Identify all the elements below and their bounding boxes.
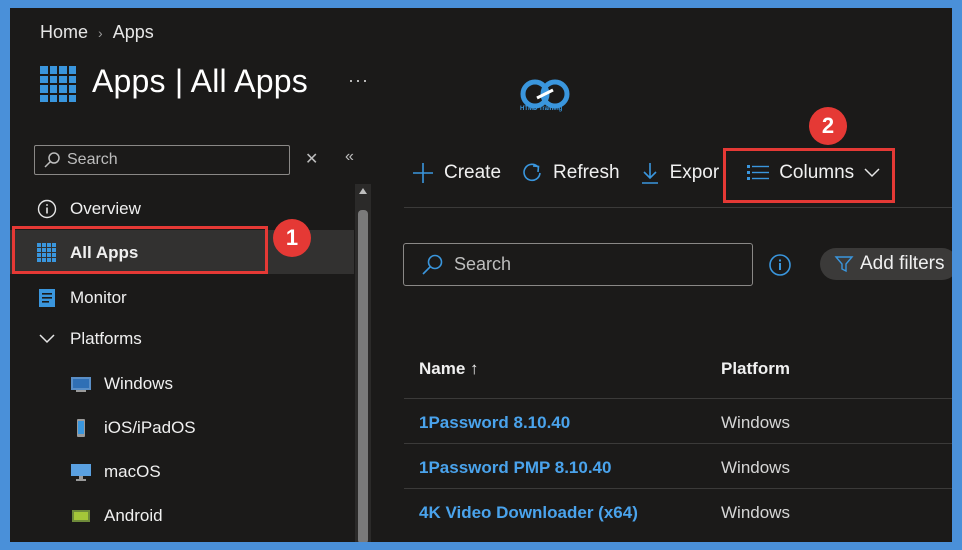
sidebar-item-macos[interactable]: macOS	[70, 462, 161, 482]
sidebar-item-label: Platforms	[70, 329, 142, 348]
breadcrumb-apps[interactable]: Apps	[113, 22, 154, 43]
page-title: Apps | All Apps	[92, 62, 308, 99]
highlight-box-all-apps	[12, 226, 268, 274]
phone-icon	[77, 419, 85, 437]
sidebar-item-label: Android	[104, 506, 163, 525]
divider	[404, 488, 952, 489]
monitor-icon	[36, 287, 58, 309]
refresh-button[interactable]: Refresh	[521, 162, 620, 184]
add-filters-label: Add filters	[860, 253, 945, 274]
plus-icon	[413, 163, 433, 183]
refresh-icon	[523, 163, 541, 182]
portal-window: Home › Apps Apps | All Apps ··· HTMD Tra…	[10, 8, 952, 542]
refresh-label: Refresh	[553, 162, 620, 183]
clear-search-button[interactable]: ✕	[305, 149, 318, 169]
collapse-sidebar-button[interactable]: «	[345, 148, 354, 166]
app-platform: Windows	[721, 458, 790, 477]
app-name-link[interactable]: 1Password PMP 8.10.40	[419, 458, 611, 478]
sidebar-item-label: iOS/iPadOS	[104, 418, 196, 437]
apps-search-input[interactable]: Search	[403, 243, 753, 286]
breadcrumb: Home › Apps	[40, 22, 154, 43]
sidebar-search-input[interactable]: Search	[34, 145, 290, 175]
windows-device-icon	[71, 377, 91, 392]
breadcrumb-home[interactable]: Home	[40, 22, 88, 43]
column-header-name[interactable]: Name ↑	[419, 359, 479, 379]
info-icon	[36, 198, 58, 220]
sidebar-item-platforms[interactable]: Platforms	[36, 328, 142, 350]
column-header-platform[interactable]: Platform	[721, 359, 790, 379]
desktop-icon	[71, 464, 91, 481]
sidebar-search-placeholder: Search	[67, 151, 118, 168]
highlight-box-columns	[723, 148, 895, 203]
sidebar-item-label: Windows	[104, 374, 173, 393]
logo-text: HTMD Training	[520, 106, 563, 112]
app-platform: Windows	[721, 413, 790, 432]
chevron-down-icon	[36, 328, 58, 350]
sidebar-item-label: Monitor	[70, 288, 127, 307]
htmd-logo	[520, 79, 570, 109]
scrollbar-thumb[interactable]	[358, 210, 368, 542]
breadcrumb-separator: ›	[98, 24, 103, 41]
download-icon	[641, 163, 658, 184]
search-icon	[422, 254, 443, 275]
app-grid-icon	[40, 66, 76, 102]
create-button[interactable]: Create	[412, 162, 501, 184]
sidebar-item-windows[interactable]: Windows	[70, 374, 173, 394]
sidebar-item-monitor[interactable]: Monitor	[36, 287, 127, 309]
divider	[404, 207, 952, 208]
more-options-button[interactable]: ···	[348, 70, 369, 91]
apps-search-placeholder: Search	[454, 254, 512, 274]
create-label: Create	[444, 162, 502, 183]
app-name-link[interactable]: 1Password 8.10.40	[419, 413, 570, 433]
app-platform: Windows	[721, 503, 790, 522]
export-label: Expor	[669, 162, 720, 183]
info-icon[interactable]	[768, 253, 792, 277]
sidebar-item-overview[interactable]: Overview	[36, 198, 141, 220]
step-badge-2: 2	[809, 107, 847, 145]
sidebar-item-android[interactable]: Android	[70, 506, 163, 526]
step-badge-1: 1	[273, 219, 311, 257]
app-name-link[interactable]: 4K Video Downloader (x64)	[419, 503, 638, 523]
page-header: Apps | All Apps	[40, 60, 308, 102]
divider	[404, 443, 952, 444]
sidebar-item-label: macOS	[104, 462, 161, 481]
search-icon	[44, 152, 60, 168]
export-button[interactable]: Expor	[640, 162, 720, 184]
android-device-icon	[72, 510, 90, 522]
sidebar-item-label: Overview	[70, 199, 141, 218]
sidebar-item-ios[interactable]: iOS/iPadOS	[70, 418, 196, 438]
scroll-up-arrow-icon[interactable]	[359, 188, 367, 194]
divider	[404, 398, 952, 399]
filter-icon	[834, 256, 854, 273]
add-filters-button[interactable]: Add filters	[820, 248, 952, 280]
